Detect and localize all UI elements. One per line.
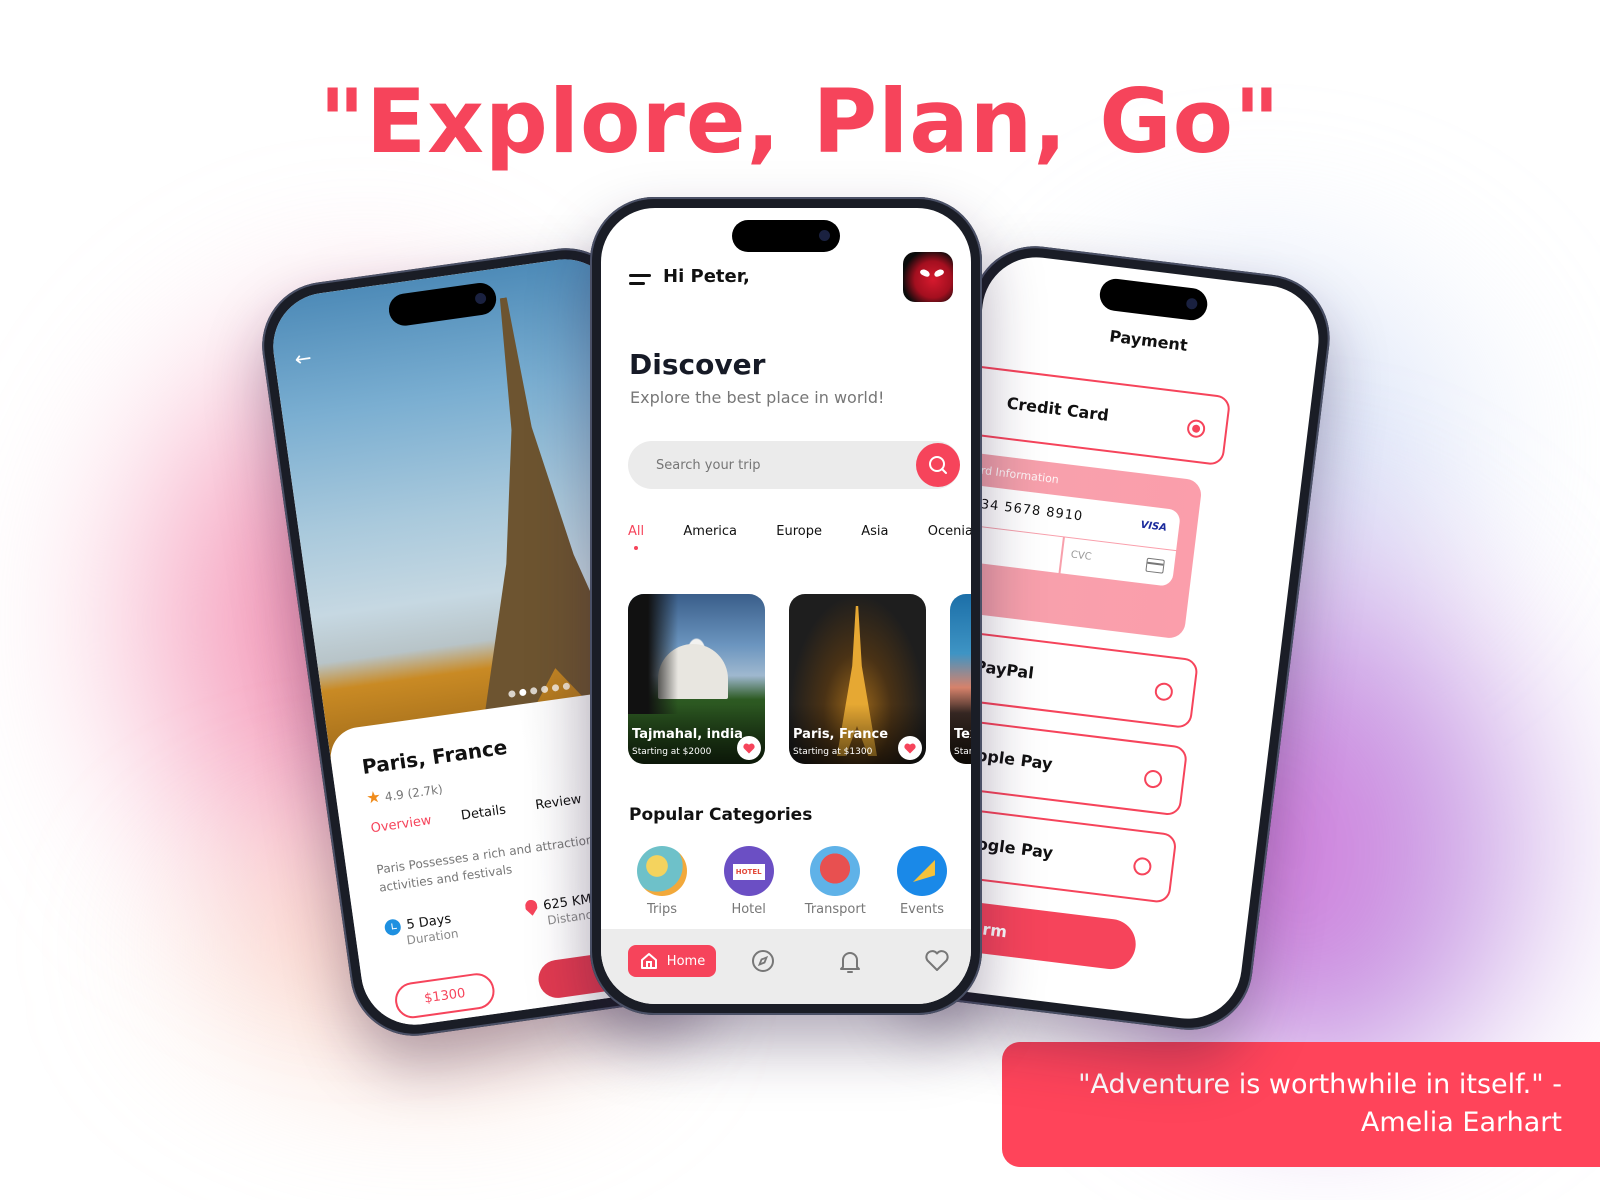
- party-popper-icon: [896, 846, 947, 896]
- payment-option-label: PayPal: [973, 656, 1035, 683]
- carousel-dot[interactable]: [551, 683, 560, 692]
- bell-icon: [840, 952, 860, 973]
- tab-review[interactable]: Review: [534, 792, 582, 813]
- clock-icon: [383, 918, 402, 937]
- heart-icon: [925, 950, 949, 971]
- page-title: Discover: [629, 348, 766, 381]
- region-ocenia[interactable]: Ocenia: [928, 524, 971, 554]
- quote-text: "Adventure is worthwhile in itself." -: [1078, 1069, 1562, 1100]
- dynamic-island: [1098, 277, 1210, 323]
- rating-value: 4.9 (2.7k): [383, 782, 444, 805]
- credit-card-icon: [1145, 557, 1165, 574]
- hamburger-menu-icon[interactable]: [629, 274, 651, 288]
- destination-title: Paris, France: [360, 734, 509, 779]
- tab-home[interactable]: Home: [628, 945, 716, 977]
- back-arrow-icon[interactable]: ←: [293, 345, 313, 371]
- destination-card[interactable]: Paris, France Starting at $1300: [789, 594, 926, 764]
- hotel-sign-icon: [723, 846, 774, 896]
- category-trips[interactable]: Trips: [623, 846, 701, 917]
- bottom-tab-bar: Home: [601, 929, 971, 1004]
- tab-home-label: Home: [666, 953, 706, 969]
- tab-details[interactable]: Details: [460, 803, 507, 824]
- home-header: Hi Peter,: [623, 252, 953, 308]
- heart-icon: [743, 743, 755, 753]
- duration-stat: 5 Days Duration: [383, 910, 459, 950]
- rating: ★ 4.9 (2.7k): [365, 778, 444, 808]
- payment-option-label: Credit Card: [1005, 393, 1110, 425]
- search-bar: [628, 441, 960, 489]
- avatar[interactable]: [903, 252, 953, 302]
- visa-logo: VISA: [1139, 519, 1168, 534]
- category-label: Hotel: [731, 902, 766, 917]
- radio-checked-icon[interactable]: [1186, 418, 1207, 439]
- radio-unchecked-icon[interactable]: [1132, 856, 1153, 877]
- popular-categories-title: Popular Categories: [629, 805, 813, 825]
- globe-map-pins-icon: [637, 846, 687, 896]
- category-events[interactable]: Events: [883, 846, 961, 917]
- phone-home: Hi Peter, Discover Explore the best plac…: [590, 197, 982, 1015]
- radio-unchecked-icon[interactable]: [1143, 769, 1164, 790]
- location-pin-icon: [524, 899, 538, 917]
- heart-icon: [904, 743, 916, 753]
- destination-name: Tajmahal, india: [632, 727, 743, 742]
- destination-card[interactable]: Tajmahal, india Starting at $2000: [628, 594, 765, 764]
- payment-option-credit-card[interactable]: Credit Card: [946, 362, 1232, 467]
- category-list: Trips Hotel Transport Events: [623, 846, 961, 917]
- tab-explore[interactable]: [751, 949, 775, 977]
- destination-name: Paris, France: [793, 727, 889, 742]
- radio-unchecked-icon[interactable]: [1153, 681, 1174, 702]
- carousel-dot[interactable]: [518, 688, 527, 697]
- destination-card[interactable]: Tex Starti: [950, 594, 971, 764]
- star-icon: ★: [365, 786, 383, 808]
- price-button[interactable]: $1300: [392, 970, 497, 1021]
- category-transport[interactable]: Transport: [796, 846, 874, 917]
- payment-title: Payment: [1108, 326, 1189, 355]
- category-hotel[interactable]: Hotel: [710, 846, 788, 917]
- tab-overview[interactable]: Overview: [370, 813, 433, 836]
- home-screen: Hi Peter, Discover Explore the best plac…: [601, 208, 971, 1004]
- category-label: Events: [899, 902, 944, 917]
- headline: "Explore, Plan, Go": [319, 70, 1281, 173]
- compass-icon: [752, 950, 774, 972]
- dynamic-island: [732, 220, 840, 252]
- greeting: Hi Peter,: [663, 266, 750, 287]
- search-button[interactable]: [916, 443, 960, 487]
- destination-price: Starting at $1300: [793, 747, 873, 757]
- favorite-button[interactable]: [898, 736, 922, 760]
- home-icon: [640, 953, 657, 969]
- category-label: Transport: [804, 902, 866, 917]
- carousel-dot[interactable]: [540, 685, 549, 694]
- region-filter: All America Europe Asia Ocenia: [628, 524, 971, 554]
- destination-name: Tex: [954, 727, 971, 742]
- cvc-placeholder: CVC: [1070, 549, 1093, 563]
- quote-author: Amelia Earhart: [1360, 1107, 1562, 1138]
- region-all[interactable]: All: [628, 524, 644, 554]
- tab-notifications[interactable]: [838, 949, 862, 979]
- destination-price: Starting at $2000: [632, 747, 712, 757]
- van-icon: [810, 846, 861, 896]
- carousel-dot[interactable]: [507, 689, 516, 698]
- region-europe[interactable]: Europe: [776, 524, 822, 554]
- trip-stats: 5 Days Duration 625 KM Distance: [383, 891, 600, 951]
- region-america[interactable]: America: [683, 524, 737, 554]
- search-input[interactable]: [656, 441, 896, 489]
- category-label: Trips: [646, 902, 677, 917]
- carousel-dot[interactable]: [562, 682, 571, 691]
- favorite-button[interactable]: [737, 736, 761, 760]
- destination-price: Starti: [954, 747, 971, 757]
- page-subtitle: Explore the best place in world!: [630, 388, 885, 407]
- region-asia[interactable]: Asia: [861, 524, 888, 554]
- tab-favorites[interactable]: [924, 949, 950, 977]
- carousel-dot[interactable]: [529, 686, 538, 695]
- search-icon: [929, 456, 947, 474]
- quote-banner: "Adventure is worthwhile in itself." - A…: [1002, 1042, 1600, 1167]
